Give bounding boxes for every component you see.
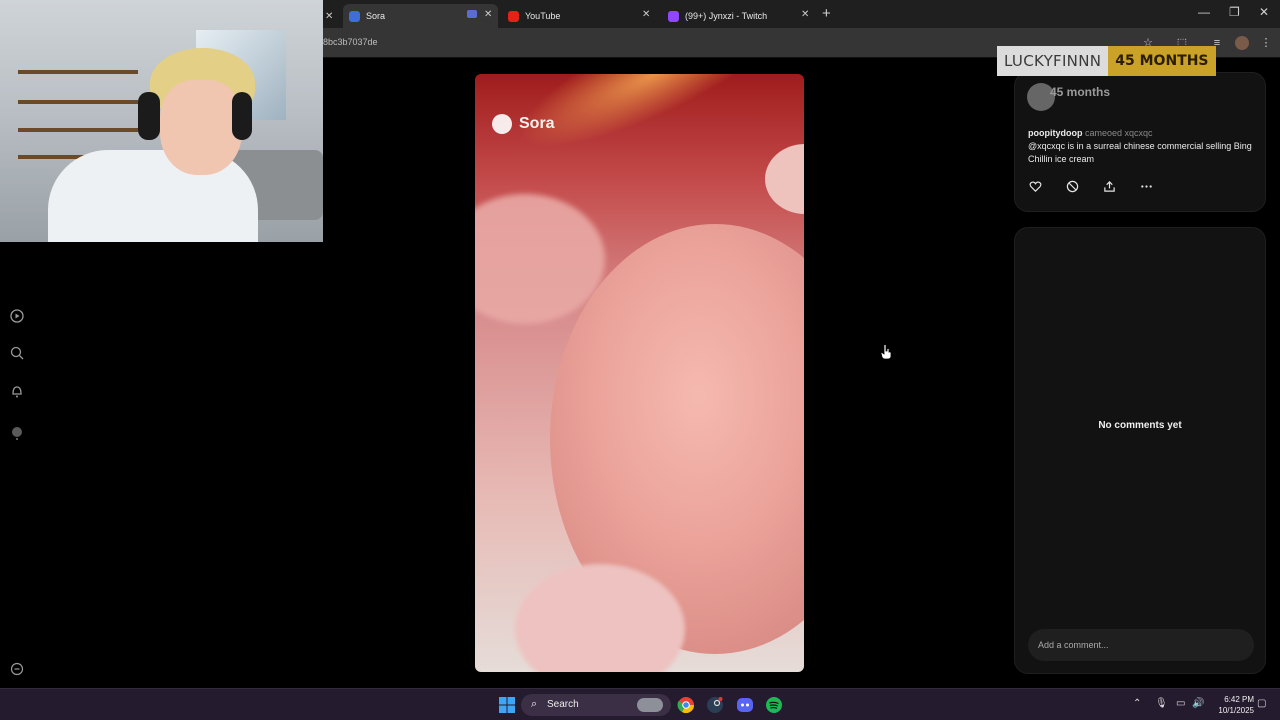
webcam-shelf bbox=[18, 128, 138, 132]
tab-label: Sora bbox=[366, 11, 386, 21]
play-icon[interactable] bbox=[10, 309, 24, 323]
chrome-icon[interactable] bbox=[677, 696, 695, 714]
video-player[interactable]: Sora bbox=[475, 74, 804, 672]
microphone-icon[interactable]: 🎙 bbox=[1155, 698, 1168, 710]
tab-sora[interactable]: Sora ✕ bbox=[343, 4, 498, 28]
subscriber-months: 45 MONTHS bbox=[1108, 46, 1216, 76]
video-scoop-blur bbox=[765, 144, 804, 214]
network-icon[interactable]: ▭ bbox=[1176, 698, 1188, 710]
screen: ✕ Sora ✕ YouTube ✕ (99+) Jynxzi - Twitch… bbox=[0, 0, 1280, 720]
tab-close-icon[interactable]: ✕ bbox=[801, 9, 809, 20]
sora-favicon-icon bbox=[349, 10, 360, 22]
discord-icon[interactable] bbox=[736, 696, 754, 714]
hand-cursor-icon bbox=[880, 344, 892, 360]
taskbar: ⌕ Search ⌃ 🎙 ▭ 🔊 6:42 PM 10/1/2025 ▢ bbox=[0, 688, 1280, 720]
taskbar-clock[interactable]: 6:42 PM 10/1/2025 bbox=[1218, 694, 1254, 716]
steam-icon[interactable] bbox=[706, 696, 724, 714]
close-window-button[interactable]: ✕ bbox=[1259, 5, 1269, 19]
search-icon[interactable] bbox=[10, 346, 24, 360]
webcam-feed bbox=[0, 0, 323, 242]
post-actions bbox=[1029, 180, 1153, 193]
sora-watermark: Sora bbox=[492, 114, 555, 134]
tab-twitch[interactable]: (99+) Jynxzi - Twitch ✕ bbox=[668, 4, 816, 28]
windows-start-icon[interactable] bbox=[498, 696, 516, 714]
subscriber-name: LUCKYFINNN bbox=[997, 46, 1109, 76]
tab-label: (99+) Jynxzi - Twitch bbox=[685, 11, 768, 21]
webcam-shelf bbox=[18, 100, 138, 104]
sub-months-overlay: 45 months bbox=[1050, 85, 1111, 99]
tray-chevron-up-icon[interactable]: ⌃ bbox=[1133, 698, 1145, 710]
webcam-headphone bbox=[138, 92, 160, 140]
volume-icon[interactable]: 🔊 bbox=[1192, 698, 1204, 710]
webcam-headphone bbox=[232, 92, 252, 140]
remix-icon[interactable] bbox=[1066, 180, 1079, 193]
webcam-person-face bbox=[160, 80, 242, 175]
sora-logo-icon bbox=[492, 114, 512, 134]
maximize-button[interactable]: ❐ bbox=[1229, 5, 1240, 19]
clock-time: 6:42 PM bbox=[1224, 695, 1254, 704]
settings-icon[interactable] bbox=[10, 662, 24, 676]
tab-close-icon[interactable]: ✕ bbox=[484, 9, 492, 20]
comments-card: No comments yet Add a comment... bbox=[1014, 227, 1266, 674]
more-icon[interactable] bbox=[1140, 180, 1153, 193]
comment-input[interactable]: Add a comment... bbox=[1028, 629, 1254, 661]
tab-youtube[interactable]: YouTube ✕ bbox=[508, 4, 658, 28]
webcam-shelf bbox=[18, 70, 138, 74]
taskbar-search[interactable]: ⌕ Search bbox=[521, 694, 671, 716]
search-icon: ⌕ bbox=[531, 698, 538, 710]
browser-menu-icon[interactable]: ⋮ bbox=[1259, 36, 1273, 50]
taskbar-search-label: Search bbox=[547, 699, 579, 710]
minimize-button[interactable]: — bbox=[1198, 5, 1210, 19]
url-text[interactable]: 8bc3b7037de bbox=[323, 37, 378, 47]
post-action: cameoed xqcxqc bbox=[1085, 128, 1153, 138]
post-caption: @xqcxqc is in a surreal chinese commerci… bbox=[1028, 141, 1252, 164]
media-icon bbox=[467, 10, 477, 18]
subscriber-badge-overlay: LUCKYFINNN 45 MONTHS bbox=[997, 46, 1216, 76]
youtube-favicon-icon bbox=[508, 10, 519, 22]
bell-icon[interactable] bbox=[10, 384, 24, 398]
twitch-favicon-icon bbox=[668, 10, 679, 22]
sora-watermark-text: Sora bbox=[519, 115, 555, 132]
post-meta: poopitydoop cameoed xqcxqc @xqcxqc is in… bbox=[1028, 127, 1268, 166]
no-comments-text: No comments yet bbox=[1098, 420, 1182, 431]
profile-icon[interactable] bbox=[10, 426, 24, 440]
notification-icon[interactable]: ▢ bbox=[1257, 698, 1269, 710]
clock-date: 10/1/2025 bbox=[1218, 706, 1254, 715]
author-name[interactable]: poopitydoop bbox=[1028, 128, 1082, 138]
tab-close-icon[interactable]: ✕ bbox=[642, 9, 650, 20]
profile-avatar-icon[interactable] bbox=[1235, 36, 1249, 50]
tab-close-icon[interactable]: ✕ bbox=[325, 4, 333, 28]
search-highlight-icon bbox=[637, 698, 663, 712]
share-icon[interactable] bbox=[1103, 180, 1116, 193]
tab-label: YouTube bbox=[525, 11, 561, 21]
new-tab-button[interactable]: + bbox=[822, 5, 831, 22]
like-icon[interactable] bbox=[1029, 180, 1042, 193]
spotify-icon[interactable] bbox=[765, 696, 783, 714]
